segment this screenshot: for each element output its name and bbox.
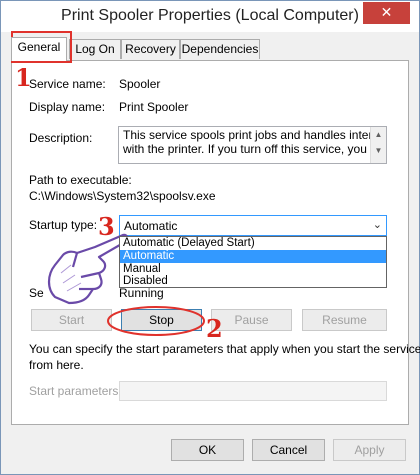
close-button[interactable]: ✕ [363, 2, 410, 24]
help-text-line: You can specify the start parameters tha… [29, 342, 420, 356]
window-title: Print Spooler Properties (Local Computer… [61, 7, 359, 24]
help-text-line: from here. [29, 358, 84, 372]
path-value: C:\Windows\System32\spoolsv.exe [29, 189, 216, 203]
startup-type-select[interactable]: Automatic ⌄ [119, 215, 387, 236]
cancel-button[interactable]: Cancel [252, 439, 325, 461]
option-disabled[interactable]: Disabled [120, 275, 386, 288]
startup-type-dropdown: Automatic (Delayed Start) Automatic Manu… [119, 236, 387, 288]
description-box[interactable]: This service spools print jobs and handl… [118, 126, 387, 164]
option-automatic-delayed[interactable]: Automatic (Delayed Start) [120, 237, 386, 250]
description-line: This service spools print jobs and handl… [123, 128, 387, 142]
resume-button[interactable]: Resume [302, 309, 387, 331]
service-name-value: Spooler [119, 77, 161, 91]
display-name-value: Print Spooler [119, 100, 189, 114]
pointing-hand-icon [47, 233, 129, 305]
description-label: Description: [29, 131, 93, 145]
pause-button[interactable]: Pause [211, 309, 292, 331]
tab-general[interactable]: General [11, 37, 67, 61]
properties-dialog: Print Spooler Properties (Local Computer… [0, 0, 420, 475]
tab-dependencies[interactable]: Dependencies [180, 39, 260, 59]
path-label: Path to executable: [29, 173, 132, 187]
description-line: with the printer. If you turn off this s… [123, 142, 387, 156]
ok-button[interactable]: OK [171, 439, 244, 461]
title-bar: Print Spooler Properties (Local Computer… [1, 1, 419, 32]
description-scrollbar[interactable]: ▲ ▼ [370, 127, 386, 163]
option-automatic[interactable]: Automatic [120, 250, 386, 263]
start-parameters-label: Start parameters: [29, 384, 122, 398]
step-1-number: 1 [15, 63, 32, 92]
display-name-label: Display name: [29, 100, 106, 114]
service-name-label: Service name: [29, 77, 106, 91]
scroll-up-icon[interactable]: ▲ [371, 127, 386, 143]
startup-type-value: Automatic [124, 219, 178, 233]
chevron-down-icon[interactable]: ⌄ [373, 218, 382, 231]
apply-button[interactable]: Apply [333, 439, 406, 461]
step-2-number: 2 [206, 314, 223, 343]
start-button[interactable]: Start [31, 309, 112, 331]
scroll-down-icon[interactable]: ▼ [371, 143, 386, 159]
tab-log-on[interactable]: Log On [69, 39, 121, 59]
tab-recovery[interactable]: Recovery [121, 39, 180, 59]
start-parameters-input[interactable] [119, 381, 387, 401]
